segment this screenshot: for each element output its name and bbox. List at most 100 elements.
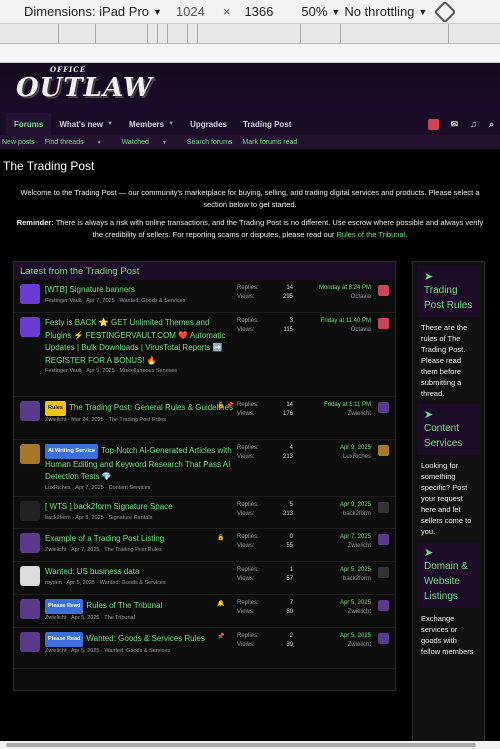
sidebar-desc: These are the rules of The Trading Post.… — [421, 323, 468, 398]
avatar[interactable] — [378, 285, 389, 296]
thread-title[interactable]: AI Writing Service Top-Notch AI-Generated… — [45, 444, 235, 493]
thread-meta: LuxRiches · Apr 7, 2025 · Content Servic… — [45, 484, 151, 491]
thread-prefix-badge[interactable]: Please Read — [45, 632, 84, 647]
ruler — [0, 24, 500, 44]
tribunal-rules-link[interactable]: Rules of the Tribunal — [336, 230, 405, 239]
avatar[interactable] — [378, 633, 389, 644]
thread-row[interactable]: Please Read Wanted: Goods & Services Rule… — [14, 628, 395, 669]
avatar[interactable] — [20, 632, 40, 652]
nav-trading-post[interactable]: Trading Post — [235, 113, 299, 135]
thread-title[interactable]: Wanted: US business data royden · Apr 5,… — [45, 566, 235, 588]
zoom-select[interactable]: 50% — [301, 4, 327, 19]
thread-prefix-badge[interactable]: Please Read — [45, 599, 84, 614]
sidebar-desc: Looking for something specific? Post you… — [421, 461, 472, 536]
rotate-icon[interactable] — [434, 0, 457, 23]
site-logo[interactable]: OFFICE OUTLAW — [16, 65, 153, 103]
width-input[interactable]: 1024 — [176, 4, 205, 19]
nav-forums[interactable]: Forums — [6, 113, 52, 135]
last-post[interactable]: Apr 9, 2025 back2form — [340, 501, 371, 519]
avatar[interactable] — [20, 501, 40, 521]
thread-prefix-badge[interactable]: Rules — [45, 401, 66, 416]
thread-row[interactable]: Example of a Trading Post Listing Zwieli… — [14, 529, 395, 562]
thread-row[interactable]: Rules The Trading Post: General Rules & G… — [14, 397, 395, 440]
avatar[interactable] — [427, 118, 439, 130]
subnav-search-forums[interactable]: Search forums — [187, 139, 233, 146]
last-post[interactable]: Monday at 8:24 PM Octavia — [319, 284, 371, 302]
thread-title[interactable]: Please Read Wanted: Goods & Services Rule… — [45, 632, 235, 656]
thread-status-icon: 🔔 — [217, 601, 225, 607]
throttle-select[interactable]: No throttling — [344, 4, 414, 19]
avatar[interactable] — [378, 318, 389, 329]
avatar[interactable] — [378, 402, 389, 413]
thread-meta: Zwielicht · Mar 24, 2025 · The Trading P… — [45, 416, 166, 423]
avatar[interactable] — [378, 567, 389, 578]
subnav-mark-read[interactable]: Mark forums read — [242, 139, 297, 146]
horizontal-scrollbar[interactable] — [0, 741, 500, 749]
thread-status-icon: 📌 — [217, 634, 225, 640]
avatar[interactable] — [20, 284, 40, 304]
avatar[interactable] — [20, 599, 40, 619]
sidebar-item-trading-rules[interactable]: ➤ Trading Post Rules — [417, 266, 480, 317]
thread-row[interactable]: Festy is BACK ⭐ GET Unlimited Themes and… — [14, 313, 395, 397]
last-post[interactable]: Apr 9, 2025 LuxRiches — [340, 444, 371, 462]
bell-icon[interactable]: ♫ — [470, 119, 477, 129]
last-post[interactable]: Apr 5, 2025 back2form — [340, 566, 371, 584]
thread-stats: Replies: 5 Views: 213 — [237, 502, 293, 517]
thread-row[interactable]: Wanted: US business data royden · Apr 5,… — [14, 562, 395, 595]
arrow-right-icon: ➤ — [424, 547, 434, 559]
avatar[interactable] — [378, 534, 389, 545]
last-post[interactable]: Apr 5, 2025 Zwielicht — [340, 632, 371, 650]
thread-row[interactable]: [ WTS ] back2form Signature Space back2f… — [14, 497, 395, 529]
avatar[interactable] — [378, 502, 389, 513]
subnav-watched[interactable]: Watched ▼ — [122, 139, 177, 146]
avatar[interactable] — [378, 445, 389, 456]
height-input[interactable]: 1366 — [244, 4, 273, 19]
sub-nav: New posts Find threads ▼ Watched ▼ Search … — [0, 135, 500, 149]
inbox-icon[interactable]: ✉ — [451, 119, 459, 130]
last-post[interactable]: Friday at 11:40 PM Octavia — [321, 317, 371, 335]
avatar[interactable] — [20, 317, 40, 337]
thread-row[interactable]: [WTB] Signature banners Festinger Vault … — [14, 280, 395, 313]
thread-title[interactable]: Example of a Trading Post Listing Zwieli… — [45, 533, 235, 555]
subnav-find-threads[interactable]: Find threads ▼ — [45, 139, 112, 146]
last-post[interactable]: Friday at 1:11 PM Zwielicht — [324, 401, 371, 419]
chevron-down-icon[interactable]: ▼ — [168, 121, 174, 127]
thread-meta: Zwielicht · Apr 5, 2025 · The Tribunal — [45, 614, 135, 621]
chevron-down-icon[interactable]: ▼ — [107, 121, 113, 127]
sidebar-item-content-services[interactable]: ➤ Content Services — [417, 404, 480, 455]
nav-whats-new[interactable]: What's new ▼ — [51, 113, 121, 135]
arrow-right-icon: ➤ — [424, 409, 434, 421]
chevron-down-icon: ▼ — [96, 139, 102, 146]
main-nav: Forums What's new ▼ Members ▼ Upgrades Tra… — [0, 113, 500, 135]
avatar[interactable] — [20, 533, 40, 553]
thread-status-icon: 🔒 📌 — [217, 403, 234, 409]
dimensions-select[interactable]: Dimensions: iPad Pro — [24, 4, 149, 19]
subnav-new-posts[interactable]: New posts — [2, 139, 35, 146]
thread-title[interactable]: Rules The Trading Post: General Rules & G… — [45, 401, 235, 425]
avatar[interactable] — [20, 401, 40, 421]
thread-stats: Replies: 3 Views: 115 — [237, 318, 293, 333]
search-icon[interactable]: ⌕ — [489, 119, 494, 130]
thread-title[interactable]: [ WTS ] back2form Signature Space back2f… — [45, 501, 235, 523]
thread-stats: Replies: 0 Views: 55 — [237, 534, 293, 549]
latest-threads-panel: Latest from the Trading Post [WTB] Signa… — [13, 261, 396, 691]
avatar[interactable] — [378, 600, 389, 611]
nav-upgrades[interactable]: Upgrades — [182, 113, 235, 135]
welcome-text: Welcome to the Trading Post — our commun… — [20, 188, 480, 209]
thread-row[interactable]: AI Writing Service Top-Notch AI-Generated… — [14, 440, 395, 497]
last-post[interactable]: Apr 7, 2025 Zwielicht — [340, 533, 371, 551]
thread-stats: Replies: 14 Views: 176 — [237, 402, 293, 417]
thread-meta: royden · Apr 5, 2025 · Wanted: Goods & S… — [45, 579, 166, 586]
thread-row[interactable]: Please Read Rules of The Tribunal Zwielic… — [14, 595, 395, 628]
last-post[interactable]: Apr 5, 2025 Zwielicht — [340, 599, 371, 617]
avatar[interactable] — [20, 444, 40, 464]
thread-title[interactable]: [WTB] Signature banners Festinger Vault … — [45, 284, 235, 306]
avatar[interactable] — [20, 566, 40, 586]
sidebar-item-domain-listings[interactable]: ➤ Domain & Website Listings — [417, 542, 480, 608]
thread-prefix-badge[interactable]: AI Writing Service — [45, 444, 98, 459]
thread-title[interactable]: Please Read Rules of The Tribunal Zwielic… — [45, 599, 235, 623]
thread-meta: Zwielicht · Apr 7, 2025 · The Trading Po… — [45, 546, 162, 553]
nav-members[interactable]: Members ▼ — [121, 113, 182, 135]
thread-stats: Replies: 4 Views: 213 — [237, 445, 293, 460]
thread-title[interactable]: Festy is BACK ⭐ GET Unlimited Themes and… — [45, 317, 235, 376]
